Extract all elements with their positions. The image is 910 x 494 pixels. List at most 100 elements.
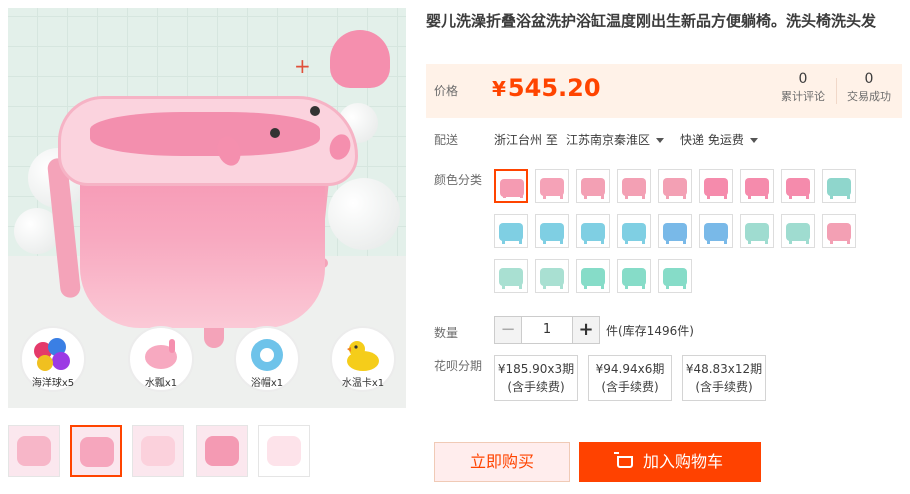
color-swatch[interactable] <box>576 214 610 248</box>
shipping-destination-dropdown[interactable]: 江苏南京秦淮区 <box>566 131 665 148</box>
swatch-leg <box>560 281 563 289</box>
swatch-leg <box>520 190 523 198</box>
swatch-leg <box>683 281 686 289</box>
installment-option-6[interactable]: ¥94.94x6期 (含手续费) <box>588 355 672 401</box>
color-swatch[interactable] <box>576 169 610 203</box>
swatch-leg <box>502 236 505 244</box>
color-swatch[interactable] <box>699 169 733 203</box>
accessory-label: 水温卡x1 <box>341 378 385 389</box>
swatch-leg <box>625 236 628 244</box>
color-swatch[interactable] <box>699 214 733 248</box>
color-swatch[interactable] <box>535 169 569 203</box>
installment-option-12[interactable]: ¥48.83x12期 (含手续费) <box>682 355 766 401</box>
color-swatch[interactable] <box>658 259 692 293</box>
swatch-leg <box>806 191 809 199</box>
swatch-leg <box>519 281 522 289</box>
accessory-label: 海洋球x5 <box>31 378 75 389</box>
swatch-leg <box>666 236 669 244</box>
swatch-leg <box>683 191 686 199</box>
swatch-leg <box>601 236 604 244</box>
thumbnail[interactable] <box>132 425 184 477</box>
swatch-leg <box>642 191 645 199</box>
quantity-decrease-button[interactable]: − <box>494 316 522 344</box>
installment-fee-note: (含手续费) <box>507 380 565 394</box>
color-swatch[interactable] <box>822 214 856 248</box>
color-swatch[interactable] <box>781 169 815 203</box>
installment-fee-note: (含手续费) <box>695 380 753 394</box>
ocean-balls-icon <box>34 338 70 372</box>
thumbnail-active[interactable] <box>70 425 122 477</box>
color-swatch[interactable] <box>494 214 528 248</box>
thumbnail[interactable] <box>196 425 248 477</box>
swatch-leg <box>724 236 727 244</box>
swatch-leg <box>502 281 505 289</box>
tub-eye <box>270 128 280 138</box>
stat-reviews[interactable]: 0 累计评论 <box>772 70 834 106</box>
swatch-leg <box>584 191 587 199</box>
color-swatch[interactable] <box>781 214 815 248</box>
price-value: 545.20 <box>507 74 601 102</box>
thumbnail[interactable] <box>8 425 60 477</box>
swatch-leg <box>543 191 546 199</box>
thumbnail[interactable] <box>258 425 310 477</box>
swatch-leg <box>683 236 686 244</box>
color-swatch[interactable] <box>535 214 569 248</box>
installment-fee-note: (含手续费) <box>601 380 659 394</box>
tub-eye <box>310 106 320 116</box>
stat-label: 累计评论 <box>781 90 825 103</box>
swatch-leg <box>625 191 628 199</box>
chevron-down-icon <box>656 138 665 143</box>
swatch-leg <box>543 236 546 244</box>
color-swatch[interactable] <box>494 169 528 203</box>
balloon <box>328 178 400 250</box>
swatch-leg <box>666 191 669 199</box>
plus-icon: + <box>294 54 311 78</box>
add-to-cart-button[interactable]: 加入购物车 <box>579 442 761 482</box>
swatch-leg <box>830 191 833 199</box>
price-label: 价格 <box>434 84 459 98</box>
chevron-down-icon <box>749 138 758 143</box>
shipping-label: 配送 <box>434 133 459 147</box>
quantity-label: 数量 <box>434 326 459 340</box>
swatch-leg <box>560 236 563 244</box>
swatch-leg <box>847 191 850 199</box>
water-scoop-icon <box>145 339 177 370</box>
swatch-leg <box>642 281 645 289</box>
buy-now-button[interactable]: 立即购买 <box>434 442 570 482</box>
shipping-method-dropdown[interactable]: 快递 免运费 <box>680 131 758 148</box>
price: ¥545.20 <box>492 73 601 104</box>
main-product-image[interactable]: + 海洋球x5 水瓢x1 浴帽x1 水温卡x1 <box>8 8 406 408</box>
color-swatch[interactable] <box>658 214 692 248</box>
stat-number: 0 <box>864 71 874 87</box>
installment-amount: ¥48.83x12期 <box>685 362 763 376</box>
color-swatch[interactable] <box>617 214 651 248</box>
cart-icon <box>613 452 633 468</box>
installment-option-3[interactable]: ¥185.90x3期 (含手续费) <box>494 355 578 401</box>
stat-label: 交易成功 <box>847 90 891 103</box>
stat-deals[interactable]: 0 交易成功 <box>838 70 900 106</box>
swatch-leg <box>748 191 751 199</box>
color-swatch[interactable] <box>740 169 774 203</box>
swatch-leg <box>847 236 850 244</box>
quantity-increase-button[interactable]: + <box>572 316 600 344</box>
accessory-label: 水瓢x1 <box>144 378 178 389</box>
swatch-leg <box>503 190 506 198</box>
color-swatch[interactable] <box>535 259 569 293</box>
color-swatch[interactable] <box>617 169 651 203</box>
currency-symbol: ¥ <box>492 77 506 101</box>
color-swatch[interactable] <box>494 259 528 293</box>
color-swatch[interactable] <box>617 259 651 293</box>
color-swatch[interactable] <box>740 214 774 248</box>
color-swatch[interactable] <box>822 169 856 203</box>
shipping-from: 浙江台州 至 <box>494 133 558 147</box>
color-swatch[interactable] <box>576 259 610 293</box>
shipping-destination: 江苏南京秦淮区 <box>566 133 651 147</box>
duck-icon <box>347 341 379 372</box>
swatch-leg <box>601 281 604 289</box>
swatch-leg <box>543 281 546 289</box>
color-swatch[interactable] <box>658 169 692 203</box>
swatch-leg <box>584 281 587 289</box>
quantity-input[interactable]: 1 <box>522 316 572 344</box>
swatch-leg <box>625 281 628 289</box>
tub-inner <box>90 112 320 156</box>
